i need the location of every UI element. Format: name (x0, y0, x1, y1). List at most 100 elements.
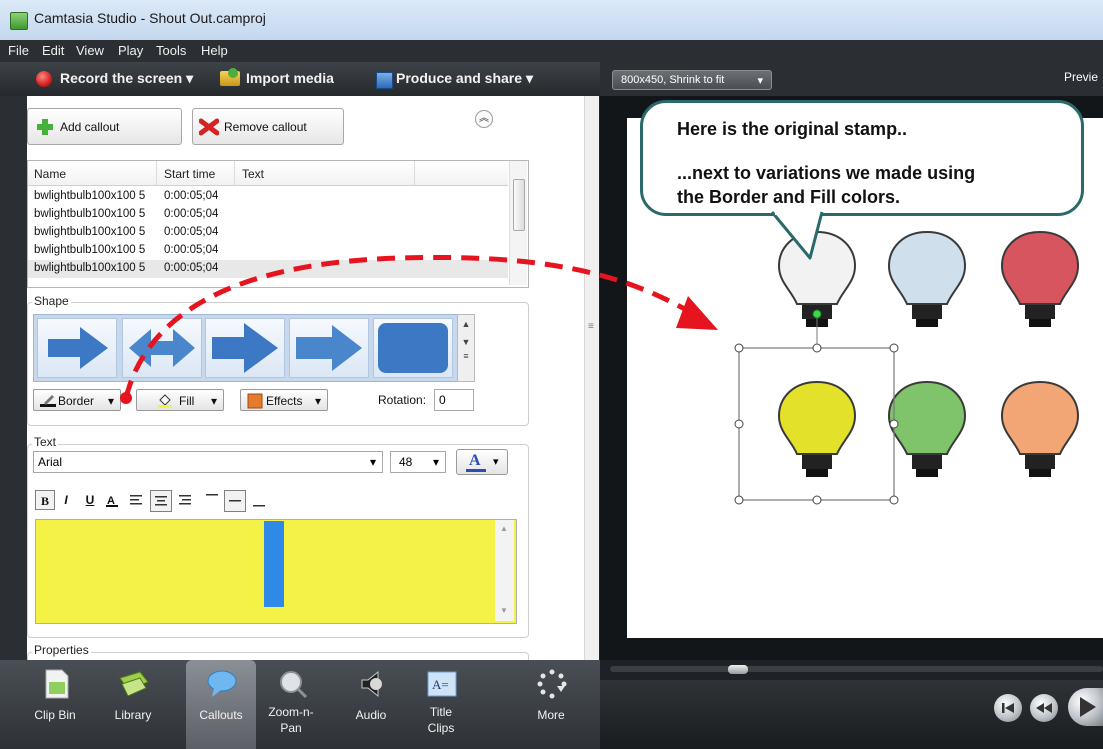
tab-label: Title Clips (427, 705, 455, 735)
menu-help[interactable]: Help (201, 43, 228, 58)
shape-arrow-right[interactable] (37, 318, 117, 378)
record-screen-button[interactable]: Record the screen ▾ (60, 70, 193, 87)
task-toolbar: Record the screen ▾ Import media Produce… (0, 62, 600, 96)
rotation-handle[interactable] (812, 309, 822, 319)
skip-start-icon (1002, 703, 1014, 713)
shape-group-label: Shape (32, 294, 71, 308)
editor-scrollbar[interactable]: ▲ ▼ (495, 520, 514, 621)
timeline-seek-track[interactable] (610, 666, 1103, 672)
table-row-selected[interactable]: bwlightbulb100x100 5 0:00:05;04 (28, 260, 508, 278)
shape-arrow-wide[interactable] (205, 318, 285, 378)
add-callout-button[interactable]: Add callout (27, 108, 182, 145)
effects-dropdown[interactable]: Effects ▾ (240, 389, 328, 411)
border-pen-icon (40, 395, 56, 407)
magnifier-icon (280, 671, 308, 699)
menu-bar: File Edit View Play Tools Help (0, 40, 1103, 62)
text-color-button[interactable]: A ▾ (456, 449, 508, 475)
shape-arrow-double[interactable] (122, 318, 202, 378)
tab-title-clips[interactable]: A= Title Clips (406, 660, 476, 749)
column-name[interactable]: Name (34, 167, 66, 181)
table-header: Name Start time Text (28, 161, 508, 186)
record-screen-label: Record the screen (60, 70, 183, 86)
callout-icon (207, 670, 237, 697)
table-scrollbar[interactable] (509, 161, 527, 285)
bold-button[interactable]: B (35, 490, 55, 510)
font-size-select[interactable]: 48 ▾ (390, 451, 446, 473)
lightbulb-image[interactable] (888, 231, 966, 328)
library-icon (119, 671, 149, 697)
table-row[interactable]: bwlightbulb100x100 5 0:00:05;04 (28, 206, 508, 224)
lightbulb-image[interactable] (888, 381, 966, 478)
text-highlight-icon[interactable]: A (104, 492, 122, 508)
align-right-icon[interactable] (176, 492, 194, 508)
lightbulb-image[interactable] (1001, 231, 1079, 328)
tab-label: Zoom-n- Pan (268, 705, 314, 735)
shape-rounded-rect[interactable] (373, 318, 453, 378)
shape-arrow-notched[interactable] (289, 318, 369, 378)
table-row[interactable]: bwlightbulb100x100 5 0:00:05;04 (28, 224, 508, 242)
produce-icon (376, 72, 393, 89)
shape-gallery-scroll[interactable]: ▲ ▼ ≡ (457, 314, 475, 382)
menu-file[interactable]: File (8, 43, 29, 58)
fill-label: Fill (179, 394, 195, 408)
produce-share-button[interactable]: Produce and share ▾ (396, 70, 533, 87)
tab-more[interactable]: More (516, 660, 586, 749)
shape-gallery (33, 314, 459, 382)
border-dropdown[interactable]: Border ▾ (33, 389, 121, 411)
timeline-seek-thumb[interactable] (728, 665, 748, 674)
valign-middle-icon[interactable] (224, 490, 246, 512)
row-start: 0:00:05;04 (164, 190, 219, 202)
rotation-input[interactable]: 0 (434, 389, 474, 411)
align-center-icon[interactable] (150, 490, 172, 512)
tab-label: Audio (355, 708, 387, 722)
collapse-icon[interactable]: ︽ (475, 110, 493, 128)
menu-view[interactable]: View (76, 43, 104, 58)
underline-button[interactable]: U (80, 490, 100, 510)
valign-top-icon[interactable] (203, 492, 221, 508)
lightbulb-image[interactable] (778, 381, 856, 478)
menu-tools[interactable]: Tools (156, 43, 186, 58)
row-name: bwlightbulb100x100 5 (34, 226, 146, 238)
red-x-icon (199, 118, 219, 136)
tab-callouts[interactable]: Callouts (186, 660, 256, 749)
italic-button[interactable]: I (56, 490, 76, 510)
lightbulb-image[interactable] (1001, 381, 1079, 478)
preview-zoom-dropdown[interactable]: 800x450, Shrink to fit ▾ (612, 70, 772, 90)
play-button[interactable] (1068, 688, 1103, 726)
row-start: 0:00:05;04 (164, 226, 219, 238)
valign-bottom-icon[interactable] (250, 492, 268, 508)
title-clip-icon: A= (427, 671, 457, 697)
menu-edit[interactable]: Edit (42, 43, 64, 58)
rewind-button[interactable] (1030, 694, 1058, 722)
speech-callout[interactable]: Here is the original stamp.. ...next to … (640, 100, 1084, 216)
table-row[interactable]: bwlightbulb100x100 5 0:00:05;04 (28, 242, 508, 260)
properties-group-label[interactable]: Properties (32, 643, 91, 657)
font-select[interactable]: Arial ▾ (33, 451, 383, 473)
column-start-time[interactable]: Start time (164, 167, 215, 181)
row-start: 0:00:05;04 (164, 262, 219, 274)
play-icon (1080, 697, 1096, 717)
tab-label: Callouts (199, 708, 243, 722)
tab-audio[interactable]: Audio (336, 660, 406, 749)
column-text[interactable]: Text (242, 167, 264, 181)
row-name: bwlightbulb100x100 5 (34, 190, 146, 202)
tab-zoom-n-pan[interactable]: Zoom-n- Pan (256, 660, 326, 749)
title-bar: Camtasia Studio - Shout Out.camproj (0, 0, 1103, 41)
row-start: 0:00:05;04 (164, 244, 219, 256)
import-media-icon (220, 68, 240, 86)
import-media-button[interactable]: Import media (246, 70, 334, 86)
rotation-label: Rotation: (378, 393, 427, 407)
tab-clip-bin[interactable]: Clip Bin (20, 660, 90, 749)
panel-scrollbar[interactable]: ≡ (584, 96, 599, 660)
align-left-icon[interactable] (128, 492, 146, 508)
border-label: Border (58, 394, 95, 408)
fill-dropdown[interactable]: Fill ▾ (136, 389, 224, 411)
record-icon (36, 71, 52, 87)
table-row[interactable]: bwlightbulb100x100 5 0:00:05;04 (28, 188, 508, 206)
remove-callout-button[interactable]: Remove callout (192, 108, 344, 145)
chevron-down-icon: ▾ (186, 70, 194, 86)
text-cursor (264, 521, 284, 607)
menu-play[interactable]: Play (118, 43, 143, 58)
tab-library[interactable]: Library (98, 660, 168, 749)
go-to-start-button[interactable] (994, 694, 1022, 722)
